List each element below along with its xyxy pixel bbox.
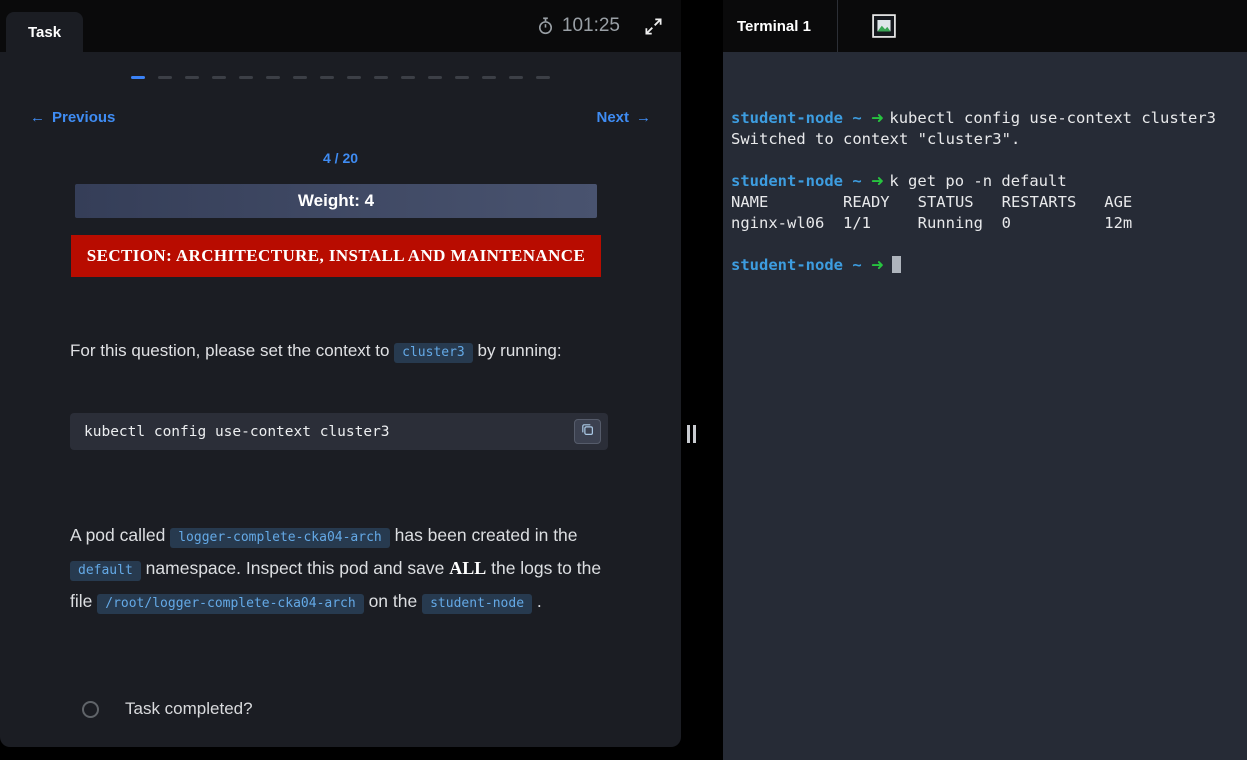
tab-task-label: Task — [28, 24, 61, 41]
description-part2: has been created in the — [395, 525, 578, 545]
prompt-arrow-icon: ➜ — [871, 109, 889, 127]
terminal-line: student-node ~ ➜ — [731, 255, 1231, 276]
weight-banner: Weight: 4 — [75, 184, 597, 218]
progress-dash[interactable] — [131, 76, 145, 79]
terminal-command: kubectl config use-context cluster3 — [889, 109, 1216, 127]
terminal-line: student-node ~ ➜ kubectl config use-cont… — [731, 108, 1231, 129]
next-button[interactable]: Next → — [596, 109, 651, 126]
terminal-prompt: student-node ~ — [731, 109, 871, 127]
previous-label: Previous — [52, 109, 115, 126]
next-arrow-icon: → — [636, 109, 651, 126]
expand-icon — [644, 17, 663, 36]
terminal-line: Switched to context "cluster3". — [731, 129, 1231, 150]
progress-dash[interactable] — [158, 76, 172, 79]
progress-dash[interactable] — [347, 76, 361, 79]
terminal-line: NAME READY STATUS RESTARTS AGE — [731, 192, 1231, 213]
progress-dash[interactable] — [509, 76, 523, 79]
context-chip: cluster3 — [394, 343, 473, 363]
previous-arrow-icon: ← — [30, 109, 45, 126]
command-block: kubectl config use-context cluster3 — [70, 413, 608, 450]
terminal-output[interactable]: student-node ~ ➜ kubectl config use-cont… — [723, 52, 1247, 760]
description-emphasis: ALL — [449, 558, 486, 578]
node-chip: student-node — [422, 594, 532, 614]
terminal-line: nginx-wl06 1/1 Running 0 12m — [731, 213, 1231, 234]
progress-dash[interactable] — [482, 76, 496, 79]
progress-dash[interactable] — [428, 76, 442, 79]
terminal-prompt: student-node ~ — [731, 256, 871, 274]
tab-task[interactable]: Task — [6, 12, 83, 52]
namespace-chip: default — [70, 561, 141, 581]
intro-text-after: by running: — [478, 341, 562, 360]
task-description: A pod called logger-complete-cka04-arch … — [70, 520, 615, 619]
section-title: SECTION: ARCHITECTURE, INSTALL AND MAINT… — [87, 246, 585, 266]
next-label: Next — [596, 109, 629, 126]
progress-dash[interactable] — [239, 76, 253, 79]
section-banner: SECTION: ARCHITECTURE, INSTALL AND MAINT… — [71, 235, 601, 277]
task-panel: Task 101:25 — [0, 0, 681, 760]
expand-button[interactable] — [642, 15, 665, 38]
progress-dash[interactable] — [374, 76, 388, 79]
intro-text-before: For this question, please set the contex… — [70, 341, 389, 360]
progress-dash[interactable] — [401, 76, 415, 79]
screenshot-button[interactable] — [872, 14, 896, 38]
progress-dash[interactable] — [320, 76, 334, 79]
question-counter: 4 / 20 — [0, 150, 681, 166]
copy-icon — [580, 422, 595, 441]
terminal-command: k get po -n default — [889, 172, 1066, 190]
terminal-prompt: student-node ~ — [731, 172, 871, 190]
file-path-chip: /root/logger-complete-cka04-arch — [97, 594, 363, 614]
progress-dash[interactable] — [293, 76, 307, 79]
terminal-panel: Terminal 1 student-node ~ ➜ kubectl conf… — [723, 0, 1247, 760]
terminal-header: Terminal 1 — [723, 0, 1247, 52]
timer-icon — [537, 17, 554, 35]
exam-timer: 101:25 — [537, 15, 620, 37]
question-nav: ← Previous Next → — [0, 109, 681, 126]
progress-dash[interactable] — [536, 76, 550, 79]
terminal-line — [731, 150, 1231, 171]
tab-terminal-1[interactable]: Terminal 1 — [723, 0, 838, 52]
prompt-arrow-icon: ➜ — [871, 172, 889, 190]
panel-resize-handle[interactable] — [687, 425, 696, 443]
task-completed-radio[interactable] — [82, 701, 99, 718]
screenshot-icon — [872, 14, 896, 38]
copy-button[interactable] — [574, 419, 601, 444]
description-part3: namespace. Inspect this pod and save — [146, 558, 445, 578]
prompt-arrow-icon: ➜ — [871, 256, 889, 274]
description-part6: . — [537, 591, 542, 611]
progress-dash[interactable] — [185, 76, 199, 79]
progress-dots — [0, 52, 681, 79]
tab-terminal-label: Terminal 1 — [737, 18, 811, 35]
weight-label: Weight: 4 — [298, 191, 374, 211]
task-content: ← Previous Next → 4 / 20 Weight: 4 SECTI… — [0, 52, 681, 747]
timer-value: 101:25 — [562, 15, 620, 37]
previous-button[interactable]: ← Previous — [30, 109, 115, 126]
description-part1: A pod called — [70, 525, 165, 545]
description-part5: on the — [369, 591, 418, 611]
command-text: kubectl config use-context cluster3 — [84, 424, 390, 440]
context-instruction: For this question, please set the contex… — [70, 337, 611, 367]
task-panel-header: Task 101:25 — [0, 0, 681, 52]
progress-dash[interactable] — [455, 76, 469, 79]
terminal-cursor — [892, 256, 901, 273]
progress-dash[interactable] — [212, 76, 226, 79]
task-completed-row: Task completed? — [82, 699, 681, 719]
terminal-line — [731, 234, 1231, 255]
progress-dash[interactable] — [266, 76, 280, 79]
task-completed-label: Task completed? — [125, 699, 253, 719]
terminal-line: student-node ~ ➜ k get po -n default — [731, 171, 1231, 192]
pod-name-chip: logger-complete-cka04-arch — [170, 528, 390, 548]
